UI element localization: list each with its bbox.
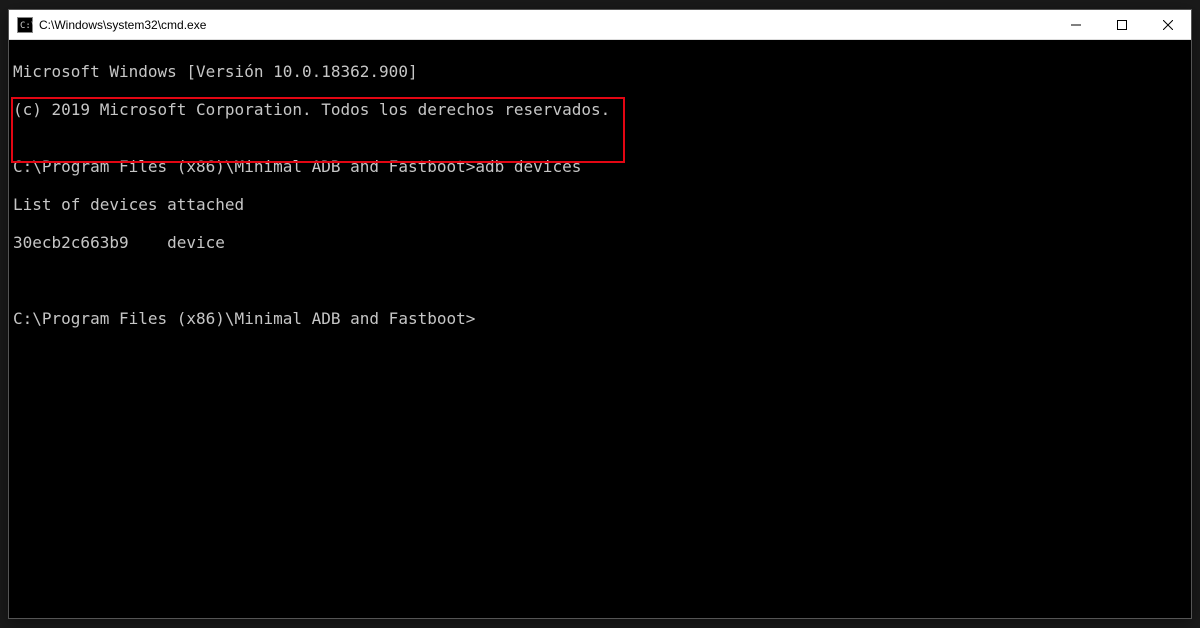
terminal-line-highlighted: List of devices attached: [13, 195, 1187, 214]
terminal-area[interactable]: Microsoft Windows [Versión 10.0.18362.90…: [9, 41, 1191, 618]
window-title: C:\Windows\system32\cmd.exe: [39, 18, 206, 32]
cmd-app-icon: C:\: [17, 17, 33, 33]
minimize-button[interactable]: [1053, 10, 1099, 39]
svg-text:C:\: C:\: [20, 21, 33, 31]
window-controls: [1053, 10, 1191, 39]
terminal-line-highlighted: C:\Program Files (x86)\Minimal ADB and F…: [13, 157, 1187, 176]
cmd-window: C:\ C:\Windows\system32\cmd.exe Microsof…: [8, 9, 1192, 619]
terminal-line-highlighted: 30ecb2c663b9 device: [13, 233, 1187, 252]
close-button[interactable]: [1145, 10, 1191, 39]
terminal-line: (c) 2019 Microsoft Corporation. Todos lo…: [13, 100, 1187, 119]
maximize-button[interactable]: [1099, 10, 1145, 39]
titlebar[interactable]: C:\ C:\Windows\system32\cmd.exe: [9, 10, 1191, 40]
terminal-prompt: C:\Program Files (x86)\Minimal ADB and F…: [13, 309, 1187, 328]
terminal-line: Microsoft Windows [Versión 10.0.18362.90…: [13, 62, 1187, 81]
